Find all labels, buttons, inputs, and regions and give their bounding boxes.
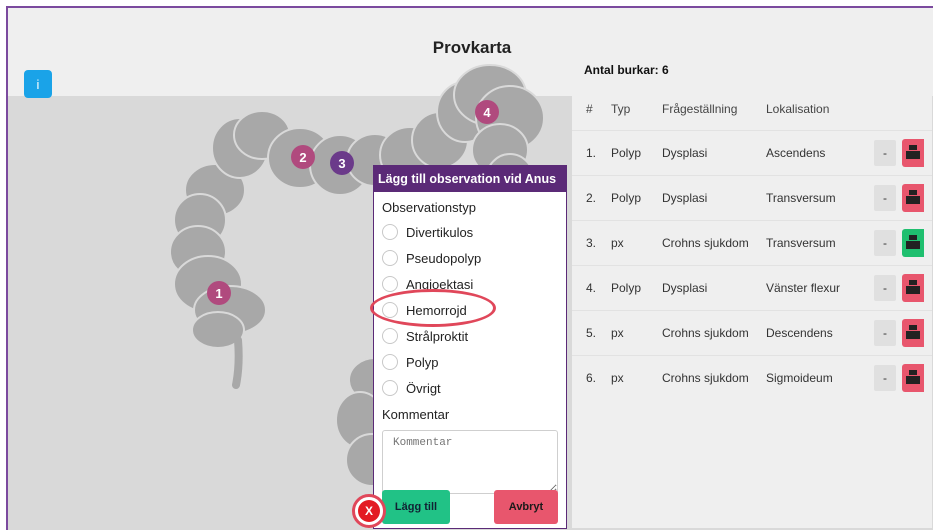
jar-count: Antal burkar: 6 [584,63,669,77]
col-header-typ: Typ [611,102,631,116]
dialog-body: Observationstyp Divertikulos Pseudopolyp A… [374,192,566,499]
print-button[interactable] [902,364,924,392]
observation-type-label: Observationstyp [382,200,476,215]
table-row: 6. px Crohns sjukdom Sigmoideum - [572,355,932,400]
cell-num: 6. [586,371,597,385]
table-row: 4. Polyp Dysplasi Vänster flexur - [572,265,932,310]
close-button[interactable]: X [352,494,386,528]
cell-typ: px [611,236,624,250]
radio-button[interactable] [382,328,398,344]
col-header-fragestallning: Frågeställning [662,102,738,116]
printer-icon [906,370,920,386]
table-header: # Typ Frågeställning Lokalisation [572,88,932,130]
observation-option[interactable]: Strålproktit [382,323,558,349]
close-icon: X [358,500,380,522]
cell-lokalisation: Vänster flexur [766,281,841,295]
remove-button[interactable]: - [874,230,896,256]
table-row: 1. Polyp Dysplasi Ascendens - [572,130,932,175]
cell-fragestallning: Crohns sjukdom [662,236,749,250]
cancel-button[interactable]: Avbryt [494,490,558,524]
hemorrojd-highlight-ring [370,289,496,327]
observation-option[interactable]: Pseudopolyp [382,245,558,271]
cell-fragestallning: Crohns sjukdom [662,326,749,340]
radio-button[interactable] [382,224,398,240]
printer-icon [906,145,920,161]
cell-num: 4. [586,281,597,295]
cell-num: 1. [586,146,597,160]
cell-typ: Polyp [611,281,642,295]
print-button[interactable] [902,274,924,302]
marker-3-label: 3 [338,156,345,171]
row-actions: - [866,319,924,347]
radio-button[interactable] [382,276,398,292]
printer-icon [906,280,920,296]
row-actions: - [866,229,924,257]
radio-button[interactable] [382,250,398,266]
marker-2-label: 2 [299,150,306,165]
remove-button[interactable]: - [874,185,896,211]
col-header-num: # [586,102,593,116]
cell-fragestallning: Crohns sjukdom [662,371,749,385]
cell-lokalisation: Descendens [766,326,833,340]
option-label: Divertikulos [406,224,474,240]
cell-num: 5. [586,326,597,340]
add-button[interactable]: Lägg till [382,490,450,524]
table-body: 1. Polyp Dysplasi Ascendens - 2. Polyp Dysplasi… [572,130,932,400]
cell-fragestallning: Dysplasi [662,146,708,160]
marker-1-label: 1 [215,286,222,301]
radio-button[interactable] [382,380,398,396]
printer-icon [906,325,920,341]
cell-num: 3. [586,236,597,250]
remove-button[interactable]: - [874,365,896,391]
comment-input[interactable] [382,430,558,494]
table-row: 2. Polyp Dysplasi Transversum - [572,175,932,220]
cell-lokalisation: Transversum [766,236,836,250]
observation-option[interactable]: Övrigt [382,375,558,401]
sample-table: # Typ Frågeställning Lokalisation 1. Poly… [572,88,932,400]
cell-typ: Polyp [611,146,642,160]
col-header-lokalisation: Lokalisation [766,102,830,116]
observation-option[interactable]: Polyp [382,349,558,375]
print-button[interactable] [902,184,924,212]
remove-button[interactable]: - [874,275,896,301]
marker-4-label: 4 [483,105,491,120]
print-button[interactable] [902,139,924,167]
cell-fragestallning: Dysplasi [662,191,708,205]
add-observation-dialog: Lägg till observation vid Anus Observati… [373,165,567,529]
cell-fragestallning: Dysplasi [662,281,708,295]
radio-button[interactable] [382,354,398,370]
remove-button[interactable]: - [874,320,896,346]
cell-typ: px [611,326,624,340]
dialog-title: Lägg till observation vid Anus [374,166,566,192]
table-row: 5. px Crohns sjukdom Descendens - [572,310,932,355]
printer-icon [906,235,920,251]
observation-option[interactable]: Divertikulos [382,219,558,245]
row-actions: - [866,184,924,212]
table-row: 3. px Crohns sjukdom Transversum - [572,220,932,265]
cell-typ: px [611,371,624,385]
option-label: Pseudopolyp [406,250,482,266]
row-actions: - [866,274,924,302]
row-actions: - [866,364,924,392]
option-label: Polyp [406,354,439,370]
comment-label: Kommentar [382,407,450,422]
print-button[interactable] [902,319,924,347]
printer-icon [906,190,920,206]
row-actions: - [866,139,924,167]
remove-button[interactable]: - [874,140,896,166]
option-label: Övrigt [406,380,441,396]
cell-typ: Polyp [611,191,642,205]
cell-lokalisation: Transversum [766,191,836,205]
cell-num: 2. [586,191,597,205]
print-button[interactable] [902,229,924,257]
option-label: Strålproktit [406,328,469,344]
cell-lokalisation: Sigmoideum [766,371,833,385]
cell-lokalisation: Ascendens [766,146,826,160]
